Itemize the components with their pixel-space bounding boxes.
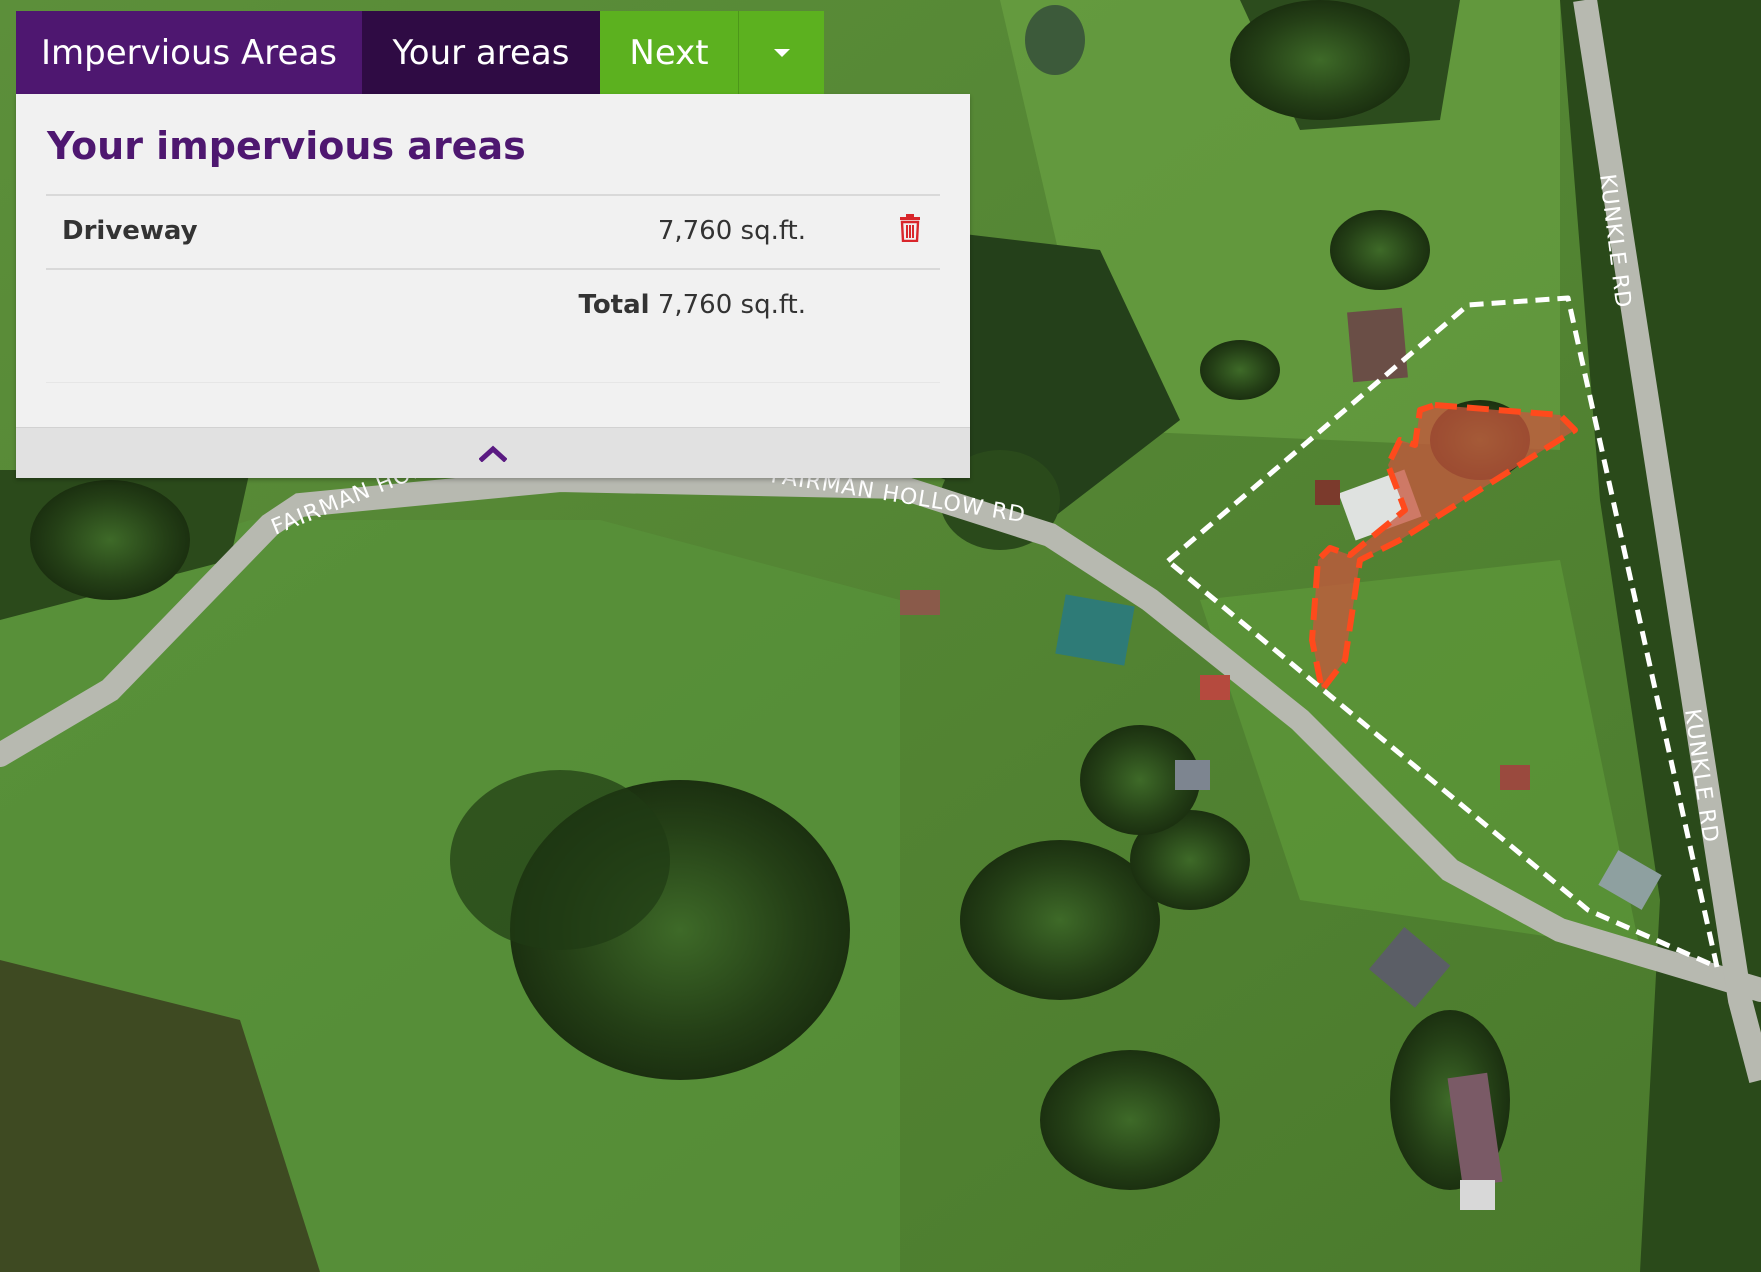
next-label: Next (629, 32, 709, 73)
area-name: Driveway (62, 216, 198, 246)
impervious-areas-panel: Your impervious areas Driveway 7,760 sq.… (16, 94, 970, 478)
panel-title: Your impervious areas (47, 124, 526, 168)
divider (46, 268, 940, 270)
next-dropdown-toggle[interactable] (738, 11, 824, 94)
total-row: Total 7,760 sq.ft. (579, 290, 806, 320)
top-toolbar: Impervious Areas Your areas Next (16, 11, 824, 94)
area-size: 7,760 sq.ft. (657, 216, 806, 246)
your-areas-tab[interactable]: Your areas (362, 11, 600, 94)
divider (46, 194, 940, 196)
app-title-label: Impervious Areas (40, 32, 338, 73)
chevron-up-icon (479, 445, 507, 462)
app-title-button[interactable]: Impervious Areas (16, 11, 362, 94)
caret-down-icon (773, 48, 790, 57)
total-label: Total (578, 290, 650, 320)
total-value: 7,760 sq.ft. (657, 290, 806, 320)
divider (46, 382, 940, 383)
trash-icon[interactable] (899, 214, 921, 247)
your-areas-label: Your areas (392, 32, 570, 73)
next-button[interactable]: Next (600, 11, 738, 94)
collapse-panel-button[interactable] (16, 427, 970, 478)
